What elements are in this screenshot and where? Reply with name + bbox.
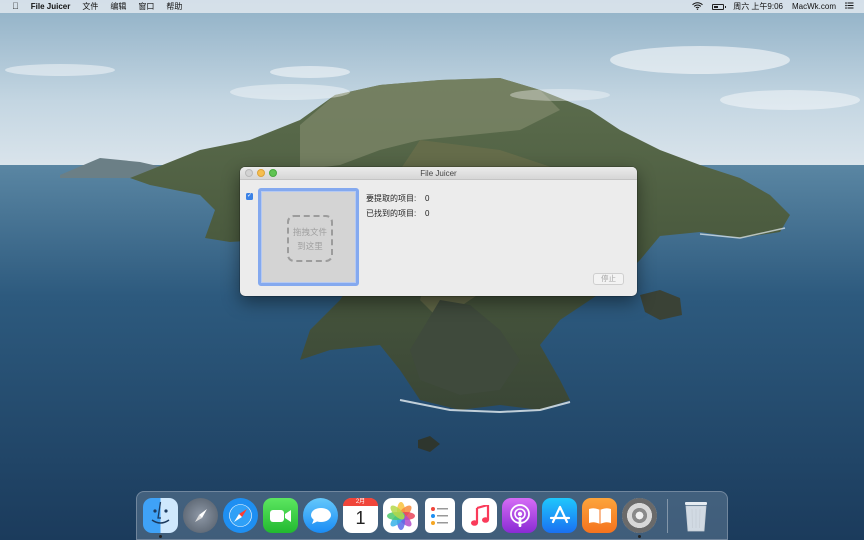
music-icon[interactable] <box>462 498 497 533</box>
drop-zone[interactable]: 拖拽文件 到这里 <box>258 188 359 286</box>
photos-icon[interactable] <box>383 498 418 533</box>
menu-bar-right: 周六 上午9:06 MacWk.com <box>692 1 864 12</box>
trash-icon[interactable] <box>678 498 713 533</box>
menu-file[interactable]: 文件 <box>82 0 98 13</box>
menu-window[interactable]: 窗口 <box>138 0 154 13</box>
running-indicator <box>159 535 162 538</box>
stat-row-found: 已找到的项目: 0 <box>366 206 429 221</box>
notification-center-icon[interactable] <box>845 2 854 11</box>
safari-icon[interactable] <box>223 498 258 533</box>
menu-app-name[interactable]: File Juicer <box>31 2 71 11</box>
stat-label: 已找到的项目: <box>366 209 417 218</box>
reminders-icon[interactable] <box>425 498 455 533</box>
stat-value: 0 <box>425 209 430 218</box>
stop-button[interactable]: 停止 <box>593 273 624 285</box>
file-juicer-icon[interactable] <box>622 498 657 538</box>
running-indicator <box>638 535 641 538</box>
file-juicer-window: File Juicer ✓ 拖拽文件 到这里 要提取的项目: 0 已找到的项目:… <box>240 167 637 296</box>
drop-zone-inner: 拖拽文件 到这里 <box>287 215 333 262</box>
window-zoom-button[interactable] <box>269 169 277 177</box>
calendar-month: 2月 <box>343 498 378 506</box>
option-checkbox[interactable]: ✓ <box>246 193 253 200</box>
menu-help[interactable]: 帮助 <box>166 0 182 13</box>
window-titlebar[interactable]: File Juicer <box>240 167 637 180</box>
dock-separator <box>667 498 668 533</box>
apple-menu-icon[interactable]:  <box>12 0 19 13</box>
calendar-icon[interactable]: 2月 1 <box>343 498 378 533</box>
app-store-icon[interactable] <box>542 498 577 533</box>
finder-icon[interactable] <box>143 498 178 538</box>
wifi-icon[interactable] <box>692 1 704 12</box>
window-minimize-button[interactable] <box>257 169 265 177</box>
window-controls <box>245 169 277 177</box>
dock: 2月 1 <box>136 491 728 540</box>
stats-panel: 要提取的项目: 0 已找到的项目: 0 <box>366 191 429 221</box>
stat-value: 0 <box>425 194 430 203</box>
drop-zone-text-line2: 到这里 <box>297 240 323 251</box>
calendar-day: 1 <box>355 508 366 528</box>
launchpad-icon[interactable] <box>183 498 218 533</box>
window-title: File Juicer <box>420 168 457 178</box>
books-icon[interactable] <box>582 498 617 533</box>
window-close-button[interactable] <box>245 169 253 177</box>
podcasts-icon[interactable] <box>502 498 537 533</box>
menu-edit[interactable]: 编辑 <box>110 0 126 13</box>
menu-bar-left:  File Juicer 文件 编辑 窗口 帮助 <box>0 0 182 13</box>
facetime-icon[interactable] <box>263 498 298 533</box>
battery-icon[interactable] <box>712 3 727 10</box>
drop-zone-text-line1: 拖拽文件 <box>292 226 327 237</box>
menu-clock[interactable]: 周六 上午9:06 <box>733 1 783 12</box>
messages-icon[interactable] <box>303 498 338 533</box>
menu-bar:  File Juicer 文件 编辑 窗口 帮助 周六 上午9:06 MacW… <box>0 0 864 13</box>
checkmark-icon: ✓ <box>246 193 253 199</box>
stat-label: 要提取的项目: <box>366 194 417 203</box>
menu-site-label: MacWk.com <box>792 2 836 11</box>
stat-row-to-extract: 要提取的项目: 0 <box>366 191 429 206</box>
